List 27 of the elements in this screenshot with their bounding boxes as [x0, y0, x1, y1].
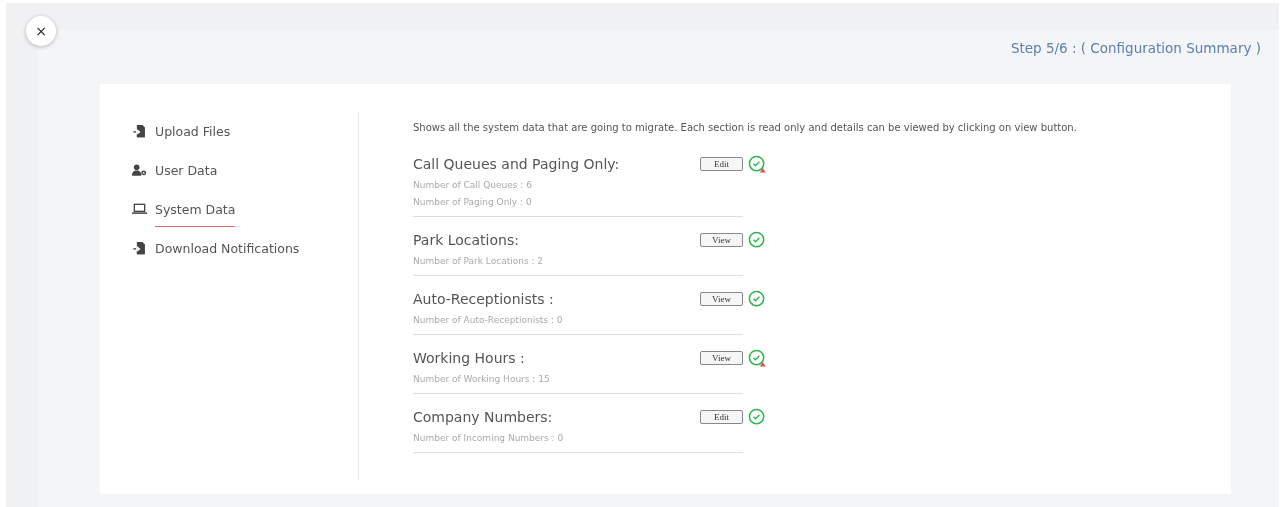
sidebar-item[interactable]: System Data: [132, 202, 236, 227]
section-title: Call Queues and Paging Only:: [413, 156, 621, 172]
detail-text: Number of Auto-Receptionists : 0: [413, 315, 564, 325]
detail-text: Number of Park Locations : 2: [413, 256, 545, 266]
detail-text: Number of Call Queues : 6: [413, 180, 533, 190]
action-button[interactable]: View: [700, 233, 743, 247]
detail-text: Number of Incoming Numbers : 0: [413, 433, 565, 443]
file-arrow-icon: [132, 124, 147, 138]
file-arrow-icon: [132, 241, 147, 255]
description-text: Shows all the system data that are going to migrate. Each section is read only and details can be viewed by clicking on view button.: [413, 122, 1077, 133]
action-button[interactable]: Edit: [700, 410, 743, 424]
close-button[interactable]: ×: [26, 16, 56, 46]
user-gear-icon: [132, 163, 147, 177]
section-title: Working Hours :: [413, 350, 526, 366]
section-title: Auto-Receptionists :: [413, 291, 555, 307]
step-title: Step 5/6 : ( Configuration Summary ): [1010, 40, 1261, 58]
sidebar-item[interactable]: Download Notifications: [132, 241, 300, 258]
sidebar-item[interactable]: Upload Files: [132, 124, 231, 141]
laptop-icon: [132, 202, 147, 216]
detail-text: Number of Paging Only : 0: [413, 197, 533, 207]
action-button[interactable]: View: [700, 292, 743, 306]
section-title: Company Numbers:: [413, 409, 554, 425]
sidebar-item[interactable]: User Data: [132, 163, 218, 180]
section-title: Park Locations:: [413, 232, 520, 248]
action-button[interactable]: Edit: [700, 157, 743, 171]
detail-text: Number of Working Hours : 15: [413, 374, 551, 384]
action-button[interactable]: View: [700, 351, 743, 365]
